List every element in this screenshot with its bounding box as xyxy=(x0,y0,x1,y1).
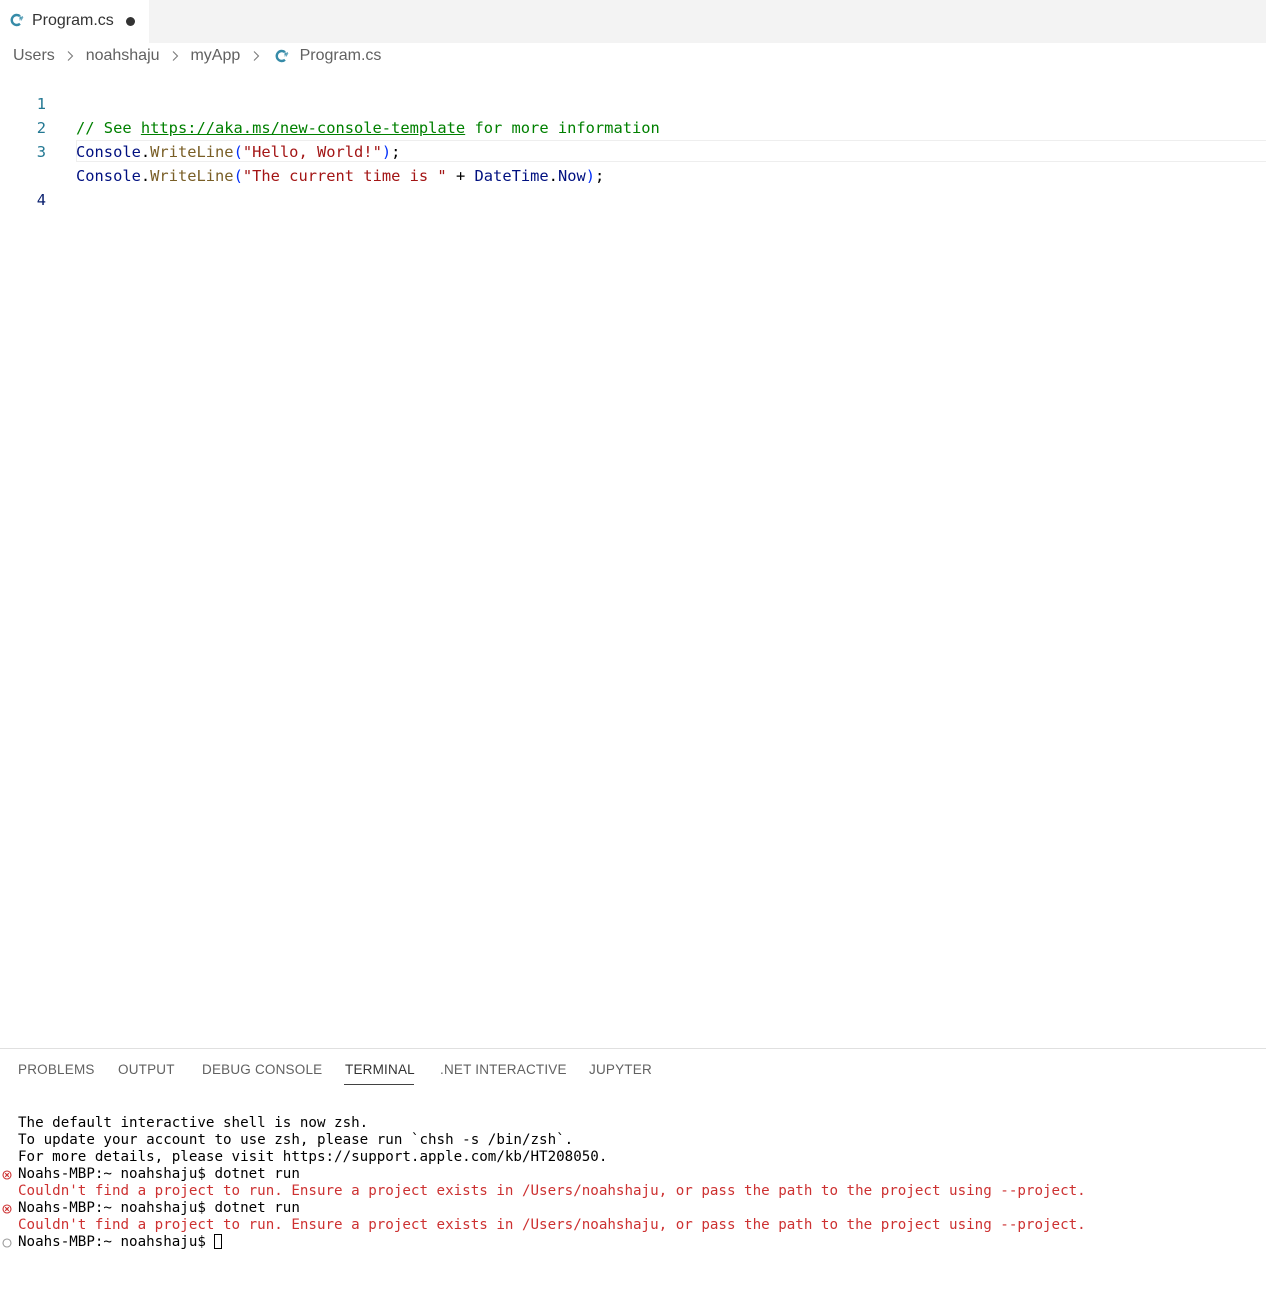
svg-text:#: # xyxy=(19,15,24,22)
terminal-line-text: Noahs-MBP:~ noahshaju$ xyxy=(18,1234,215,1250)
terminal-error-line: Couldn't find a project to run. Ensure a… xyxy=(18,1183,1086,1200)
tab-program-cs[interactable]: # Program.cs xyxy=(0,0,149,43)
csharp-file-icon: # xyxy=(10,13,24,27)
terminal-line-text: To update your account to use zsh, pleas… xyxy=(18,1132,574,1148)
breadcrumb: Users noahshaju myApp # Program.cs xyxy=(13,47,381,67)
unsaved-indicator-icon[interactable] xyxy=(126,17,135,26)
code-token: + xyxy=(446,167,475,185)
code-line-current[interactable]: 4 xyxy=(0,140,1266,209)
active-tab-indicator xyxy=(344,1084,414,1085)
code-token: Now xyxy=(557,167,586,185)
chevron-right-icon xyxy=(172,51,179,61)
breadcrumb-item-noahshaju[interactable]: noahshaju xyxy=(86,47,160,64)
terminal-error-line: Couldn't find a project to run. Ensure a… xyxy=(18,1217,1086,1234)
code-line[interactable]: 1 // See https://aka.ms/new-console-temp… xyxy=(0,68,1266,137)
error-circle-icon[interactable] xyxy=(2,1204,12,1214)
csharp-file-icon: # xyxy=(275,49,289,63)
terminal-line-text: Noahs-MBP:~ noahshaju$ dotnet run xyxy=(18,1166,300,1182)
code-line[interactable]: 3 Console.WriteLine("The current time is… xyxy=(0,116,1266,185)
tab-output[interactable]: OUTPUT xyxy=(118,1062,175,1077)
current-line-highlight xyxy=(76,140,1266,162)
tab-terminal[interactable]: TERMINAL xyxy=(345,1062,415,1077)
code-token: . xyxy=(140,167,151,185)
tab-debug-console[interactable]: DEBUG CONSOLE xyxy=(202,1062,322,1077)
editor-tab-bar: # Program.cs xyxy=(0,0,1266,43)
terminal-line-text: The default interactive shell is now zsh… xyxy=(18,1115,369,1131)
terminal-line: Noahs-MBP:~ noahshaju$ dotnet run xyxy=(18,1200,300,1217)
chevron-right-icon xyxy=(253,51,259,61)
code-line[interactable]: 2 Console.WriteLine("Hello, World!"); xyxy=(0,92,1266,161)
terminal-line: The default interactive shell is now zsh… xyxy=(18,1115,368,1132)
tab-problems[interactable]: PROBLEMS xyxy=(18,1062,95,1077)
code-token: WriteLine xyxy=(150,167,234,185)
breadcrumb-item-users[interactable]: Users xyxy=(13,47,55,64)
terminal-line-text: Couldn't find a project to run. Ensure a… xyxy=(18,1217,1086,1233)
tab-jupyter[interactable]: JUPYTER xyxy=(589,1062,652,1077)
code-token: ; xyxy=(595,167,605,185)
error-circle-icon[interactable] xyxy=(2,1170,12,1180)
terminal-line-text: Noahs-MBP:~ noahshaju$ dotnet run xyxy=(18,1200,300,1216)
terminal-cursor xyxy=(214,1234,223,1249)
terminal-line: Noahs-MBP:~ noahshaju$ dotnet run xyxy=(18,1166,300,1183)
terminal-line-text: For more details, please visit https://s… xyxy=(18,1149,608,1165)
code-token: . xyxy=(548,167,558,185)
code-token: Console xyxy=(76,167,141,185)
tab-label: Program.cs xyxy=(32,12,114,29)
terminal-line: For more details, please visit https://s… xyxy=(18,1149,607,1166)
tab-net-interactive[interactable]: .NET INTERACTIVE xyxy=(440,1062,567,1077)
chevron-right-icon xyxy=(67,51,74,61)
code-line-content[interactable]: Console.WriteLine("The current time is "… xyxy=(76,164,604,188)
bottom-panel: PROBLEMS OUTPUT DEBUG CONSOLE TERMINAL .… xyxy=(0,1048,1266,1308)
breadcrumb-item-myapp[interactable]: myApp xyxy=(190,47,240,64)
code-token: ( xyxy=(233,167,243,185)
terminal-line: Noahs-MBP:~ noahshaju$ xyxy=(18,1234,223,1251)
line-number: 4 xyxy=(36,191,46,209)
svg-text:#: # xyxy=(284,51,289,58)
terminal-line-text: Couldn't find a project to run. Ensure a… xyxy=(18,1183,1086,1199)
hollow-circle-icon[interactable] xyxy=(2,1238,12,1248)
breadcrumb-item-program-cs[interactable]: Program.cs xyxy=(300,47,382,64)
code-token: ) xyxy=(585,167,596,185)
terminal-line: To update your account to use zsh, pleas… xyxy=(18,1132,573,1149)
code-token: "The current time is " xyxy=(242,167,447,185)
code-token: DateTime xyxy=(474,167,549,185)
